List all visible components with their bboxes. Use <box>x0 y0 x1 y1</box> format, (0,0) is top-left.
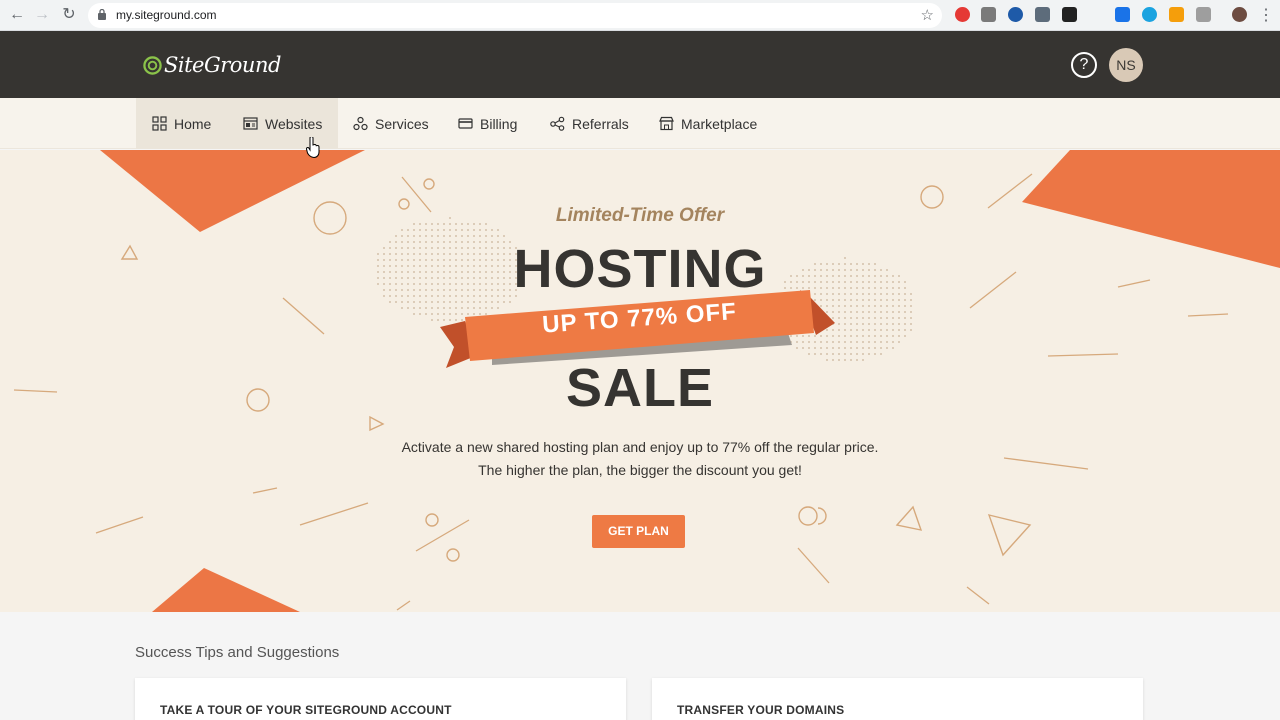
nav-item-services[interactable]: Services <box>337 98 445 149</box>
address-bar[interactable]: my.siteground.com ☆ <box>88 3 942 28</box>
grid-icon <box>152 116 167 131</box>
nav-item-label: Websites <box>265 115 323 132</box>
main-navigation: Home Websites Services Billing Referrals… <box>0 98 1280 149</box>
reload-icon[interactable]: ↻ <box>60 6 78 24</box>
extension-icon[interactable] <box>1142 7 1157 22</box>
nav-item-home[interactable]: Home <box>136 98 228 149</box>
hero-description-line: The higher the plan, the bigger the disc… <box>478 462 802 478</box>
services-icon <box>353 116 368 131</box>
forward-arrow-icon[interactable]: → <box>33 6 51 24</box>
browser-toolbar: ← → ↻ my.siteground.com ☆ ⋮ <box>0 0 1280 31</box>
logo-text: SiteGround <box>164 53 281 77</box>
mouse-cursor-icon <box>306 137 320 159</box>
siteground-logo[interactable]: SiteGround <box>143 51 281 79</box>
extension-icon[interactable] <box>1035 7 1050 22</box>
nav-item-label: Billing <box>480 115 518 132</box>
browser-menu-icon[interactable]: ⋮ <box>1258 5 1274 25</box>
tip-card[interactable]: TRANSFER YOUR DOMAINS <box>652 678 1143 720</box>
profile-icon[interactable] <box>1232 7 1247 22</box>
avatar[interactable]: NS <box>1109 48 1143 82</box>
store-icon <box>659 116 674 131</box>
hero-description: Activate a new shared hosting plan and e… <box>0 436 1280 482</box>
nav-item-billing[interactable]: Billing <box>442 98 533 149</box>
download-extension-icon[interactable] <box>1115 7 1130 22</box>
share-icon <box>550 116 565 131</box>
app-header: SiteGround ? NS <box>0 31 1280 98</box>
extension-icon[interactable] <box>1088 7 1103 22</box>
nav-item-marketplace[interactable]: Marketplace <box>643 98 773 149</box>
back-arrow-icon[interactable]: ← <box>8 6 26 24</box>
nav-item-label: Services <box>375 115 429 132</box>
siteground-logo-icon <box>143 55 162 75</box>
extension-icon[interactable] <box>1062 7 1077 22</box>
extension-icon[interactable] <box>1008 7 1023 22</box>
nav-item-label: Marketplace <box>681 115 758 132</box>
nav-item-referrals[interactable]: Referrals <box>534 98 645 149</box>
coupon-extension-icon[interactable] <box>1169 7 1184 22</box>
nav-item-label: Referrals <box>572 115 629 132</box>
section-title: Success Tips and Suggestions <box>135 644 340 661</box>
extension-icon[interactable] <box>981 7 996 22</box>
hero-description-line: Activate a new shared hosting plan and e… <box>401 439 879 455</box>
browser-window-icon <box>243 117 258 130</box>
credit-card-icon <box>458 118 473 129</box>
nav-item-label: Home <box>174 115 212 132</box>
opera-extension-icon[interactable] <box>955 7 970 22</box>
nav-item-websites[interactable]: Websites <box>227 98 339 149</box>
get-plan-button[interactable]: GET PLAN <box>592 515 685 548</box>
help-button[interactable]: ? <box>1071 52 1097 78</box>
bookmark-star-icon[interactable]: ☆ <box>921 6 934 24</box>
tip-card[interactable]: TAKE A TOUR OF YOUR SITEGROUND ACCOUNT <box>135 678 626 720</box>
extension-icon[interactable] <box>1196 7 1211 22</box>
lock-icon <box>98 9 106 20</box>
tip-card-title: TAKE A TOUR OF YOUR SITEGROUND ACCOUNT <box>160 703 452 717</box>
headline-sale: SALE <box>565 358 715 418</box>
url-text: my.siteground.com <box>116 8 217 22</box>
tip-card-title: TRANSFER YOUR DOMAINS <box>677 703 845 717</box>
offer-tag: Limited-Time Offer <box>555 205 725 226</box>
hero-banner: Limited-Time Offer HOSTING UP TO 77% OFF… <box>0 150 1280 612</box>
